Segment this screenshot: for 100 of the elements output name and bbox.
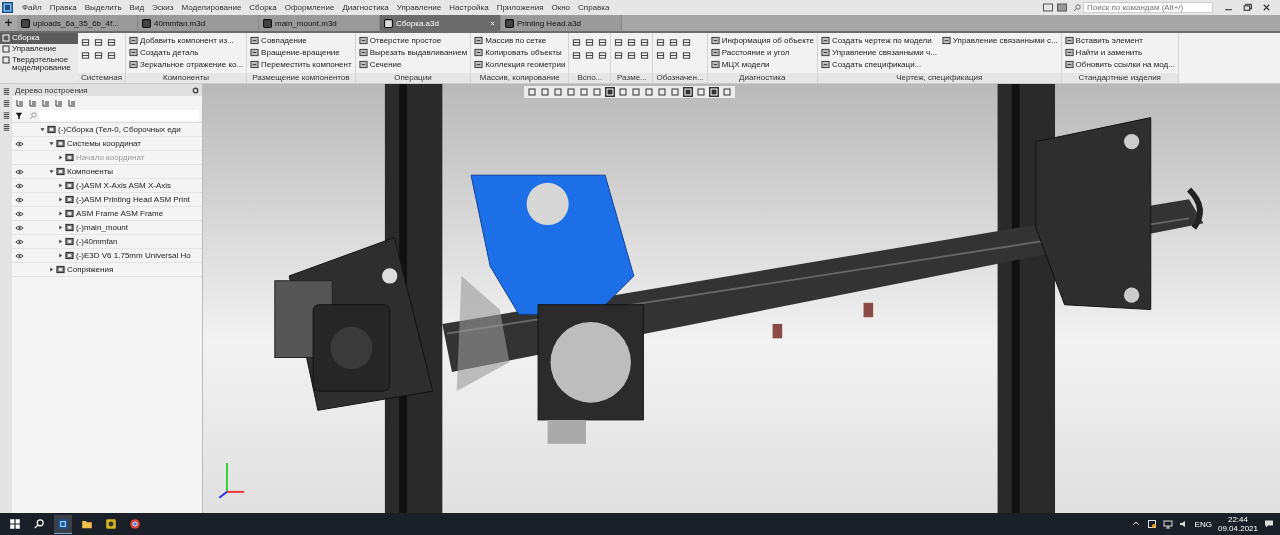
ribbon-command-button[interactable]: Добавить компонент из... xyxy=(128,35,244,46)
tool-icon[interactable] xyxy=(682,38,692,47)
tool-icon[interactable] xyxy=(640,51,650,60)
menu-item[interactable]: Приложения xyxy=(492,3,548,12)
panel-toggle-icon[interactable] xyxy=(1,111,11,120)
menu-item[interactable]: Моделирование xyxy=(177,3,246,12)
menu-item[interactable]: Окно xyxy=(547,3,575,12)
ribbon-command-button[interactable]: Вращение-вращение xyxy=(250,47,352,58)
tool-icon[interactable] xyxy=(572,38,582,47)
tool-icon[interactable] xyxy=(627,38,637,47)
document-tab[interactable]: uploads_6a_35_6b_4f... xyxy=(17,15,138,31)
ribbon-command-button[interactable]: Создать деталь xyxy=(128,47,244,58)
menu-item[interactable]: Выделить xyxy=(80,3,126,12)
filter-icon[interactable] xyxy=(15,111,23,120)
expand-arrow-icon[interactable] xyxy=(58,253,63,258)
tool-icon[interactable] xyxy=(572,51,582,60)
expand-arrow-icon[interactable] xyxy=(58,225,63,230)
expand-arrow-icon[interactable] xyxy=(49,267,54,272)
tool-icon[interactable] xyxy=(94,38,103,47)
expand-arrow-icon[interactable] xyxy=(58,155,63,160)
tool-icon[interactable] xyxy=(94,51,103,60)
menu-item[interactable]: Правка xyxy=(45,3,81,12)
tool-icon[interactable] xyxy=(585,51,595,60)
eye-icon[interactable] xyxy=(14,224,24,231)
expand-arrow-icon[interactable] xyxy=(49,169,54,174)
menu-item[interactable]: Оформление xyxy=(280,3,339,12)
tool-icon[interactable] xyxy=(614,51,624,60)
tree-item[interactable]: (-)ASM Printing Head ASM Print xyxy=(76,195,190,204)
menu-item[interactable]: Эскиз xyxy=(148,3,178,12)
ribbon-command-button[interactable]: Совпадение xyxy=(250,35,352,46)
ribbon-section-tab[interactable]: Управление xyxy=(0,43,78,55)
eye-icon[interactable] xyxy=(14,140,24,147)
settings-icon[interactable] xyxy=(192,86,199,94)
ribbon-command-button[interactable]: Обновить ссылки на мод... xyxy=(1064,59,1175,70)
menu-item[interactable]: Сборка xyxy=(245,3,281,12)
ribbon-command-button[interactable]: Массив по сетке xyxy=(474,35,566,46)
eye-icon[interactable] xyxy=(14,252,24,259)
document-tab[interactable]: Printing Head.a3d xyxy=(501,15,622,31)
network-icon[interactable] xyxy=(1162,519,1173,529)
eye-icon[interactable] xyxy=(14,168,24,175)
clock-date[interactable]: 09.04.2021 xyxy=(1217,524,1258,534)
panel-toggle-icon[interactable] xyxy=(1,87,11,96)
tool-icon[interactable] xyxy=(656,38,666,47)
ribbon-command-button[interactable]: Создать спецификаци... xyxy=(820,59,937,70)
ribbon-section-tab[interactable]: Твердотельное моделирование xyxy=(0,54,78,75)
ribbon-command-button[interactable]: Сечение xyxy=(358,59,468,70)
tree-item[interactable]: (-)main_mount xyxy=(76,223,128,232)
document-tab[interactable]: 40mmfan.m3d xyxy=(138,15,259,31)
ribbon-command-button[interactable]: Вставить элемент xyxy=(1064,35,1175,46)
tray-app-icon[interactable] xyxy=(1146,519,1157,529)
document-tab[interactable]: main_mount.m3d xyxy=(259,15,380,31)
tool-icon[interactable] xyxy=(640,38,650,47)
cad-app-icon[interactable] xyxy=(54,514,72,534)
tool-icon[interactable] xyxy=(107,38,116,47)
tree-item[interactable]: (-)E3D V6 1.75mm Universal Ho xyxy=(76,251,191,260)
tool-icon[interactable] xyxy=(598,51,608,60)
clock-time[interactable]: 22:44 xyxy=(1227,514,1248,524)
tree-search-field[interactable] xyxy=(39,110,199,121)
expand-arrow-icon[interactable] xyxy=(40,127,45,132)
close-icon[interactable] xyxy=(1261,2,1272,13)
close-tab-icon[interactable] xyxy=(489,19,496,27)
eye-icon[interactable] xyxy=(14,196,24,203)
tool-icon[interactable] xyxy=(81,38,90,47)
tree-item[interactable]: (-)ASM X-Axis ASM X-Axis xyxy=(76,181,172,190)
tool-icon[interactable] xyxy=(682,51,692,60)
tree-item[interactable]: Системы координат xyxy=(67,139,141,148)
language-indicator[interactable]: ENG xyxy=(1194,519,1212,529)
notification-icon[interactable] xyxy=(1264,519,1274,529)
eye-icon[interactable] xyxy=(14,210,24,217)
tool-icon[interactable] xyxy=(598,38,608,47)
tree-item[interactable]: (-)40mmfan xyxy=(76,237,118,246)
ribbon-command-button[interactable]: Управление связанными ч... xyxy=(820,47,937,58)
tool-icon[interactable] xyxy=(656,51,666,60)
menu-item[interactable]: Настройка xyxy=(445,3,493,12)
expand-arrow-icon[interactable] xyxy=(49,141,54,146)
ribbon-command-button[interactable]: Отверстие простое xyxy=(358,35,468,46)
menu-item[interactable]: Справка xyxy=(574,3,614,12)
tree-tool-icon[interactable] xyxy=(54,97,64,108)
tool-icon[interactable] xyxy=(585,38,595,47)
add-tab-icon[interactable] xyxy=(4,18,13,27)
tool-icon[interactable] xyxy=(669,51,679,60)
document-tab[interactable]: Сборка.a3d xyxy=(380,15,501,31)
command-search-field[interactable]: Поиск по командам (Alt+/) xyxy=(1083,2,1213,13)
menu-item[interactable]: Файл xyxy=(18,3,46,12)
ribbon-command-button[interactable]: Вырезать выдавливанием xyxy=(358,47,468,58)
tree-item[interactable]: (-)Сборка (Тел-0, Сборочных еди xyxy=(58,125,181,134)
tool-icon[interactable] xyxy=(614,38,624,47)
panel-toggle-icon[interactable] xyxy=(1,123,11,132)
panel-toggle-icon[interactable] xyxy=(1,99,11,108)
ribbon-command-button[interactable]: Управление связанными с... xyxy=(941,35,1058,46)
menu-item[interactable]: Вид xyxy=(125,3,149,12)
ribbon-command-button[interactable]: Создать чертеж по модели xyxy=(820,35,937,46)
expand-arrow-icon[interactable] xyxy=(58,211,63,216)
ribbon-command-button[interactable]: Копировать объекты xyxy=(474,47,566,58)
ribbon-command-button[interactable]: Коллекция геометрии xyxy=(474,59,566,70)
tool-icon[interactable] xyxy=(627,51,637,60)
expand-arrow-icon[interactable] xyxy=(58,239,63,244)
tree-item[interactable]: ASM Frame ASM Frame xyxy=(76,209,164,218)
tree-tool-icon[interactable] xyxy=(67,97,77,108)
ribbon-command-button[interactable]: Расстояние и угол xyxy=(710,47,814,58)
